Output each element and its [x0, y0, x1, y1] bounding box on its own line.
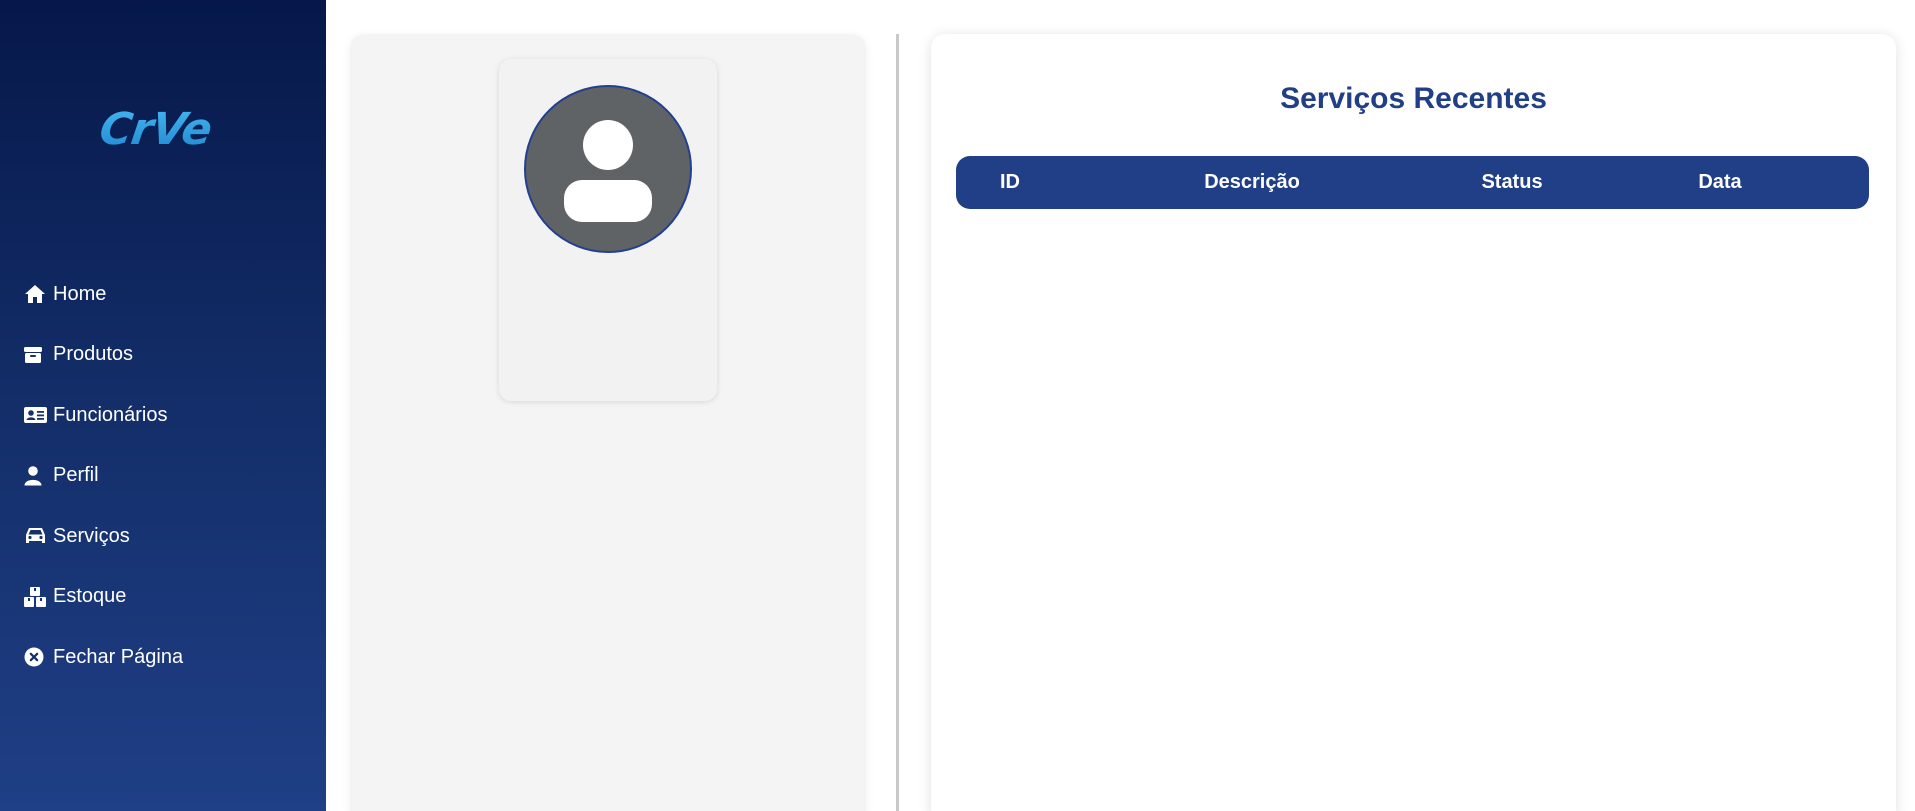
sidebar-item-home[interactable]: Home — [24, 264, 314, 325]
sidebar-item-label: Fechar Página — [53, 645, 184, 668]
app-window: CrVe Home Produtos Funcionários Perfil S… — [0, 0, 1915, 811]
user-icon — [24, 465, 49, 487]
panel-divider — [896, 34, 899, 811]
sidebar-item-label: Home — [53, 282, 107, 305]
column-header-descricao[interactable]: Descrição — [1162, 156, 1342, 209]
column-header-data[interactable]: Data — [1680, 156, 1760, 209]
car-icon — [24, 525, 49, 547]
column-header-status[interactable]: Status — [1452, 156, 1572, 209]
sidebar-item-servicos[interactable]: Serviços — [24, 506, 314, 567]
close-circle-icon — [24, 646, 49, 668]
brand-logo[interactable]: CrVe — [96, 104, 224, 156]
profile-card — [499, 59, 717, 401]
services-table-header: ID Descrição Status Data — [956, 156, 1869, 209]
boxes-icon — [24, 586, 49, 608]
id-card-icon — [24, 404, 49, 426]
sidebar-item-label: Serviços — [53, 524, 130, 547]
box-icon — [24, 344, 49, 366]
sidebar-nav: Home Produtos Funcionários Perfil Serviç… — [24, 264, 314, 688]
column-header-id[interactable]: ID — [982, 156, 1038, 209]
sidebar-item-perfil[interactable]: Perfil — [24, 446, 314, 507]
avatar[interactable] — [524, 85, 692, 253]
sidebar: CrVe Home Produtos Funcionários Perfil S… — [0, 0, 326, 811]
home-icon — [24, 283, 49, 305]
sidebar-item-label: Funcionários — [53, 403, 168, 426]
sidebar-item-produtos[interactable]: Produtos — [24, 325, 314, 386]
user-avatar-icon — [564, 120, 652, 222]
page-title: Serviços Recentes — [1280, 82, 1547, 115]
services-panel: Serviços Recentes ID Descrição Status Da… — [931, 34, 1896, 811]
sidebar-item-label: Perfil — [53, 464, 99, 487]
sidebar-item-label: Estoque — [53, 585, 127, 608]
sidebar-item-estoque[interactable]: Estoque — [24, 567, 314, 628]
logo-text: CrVe — [96, 104, 215, 155]
profile-panel — [350, 34, 866, 811]
sidebar-item-fechar-pagina[interactable]: Fechar Página — [24, 627, 314, 688]
sidebar-item-funcionarios[interactable]: Funcionários — [24, 385, 314, 446]
sidebar-item-label: Produtos — [53, 343, 134, 366]
